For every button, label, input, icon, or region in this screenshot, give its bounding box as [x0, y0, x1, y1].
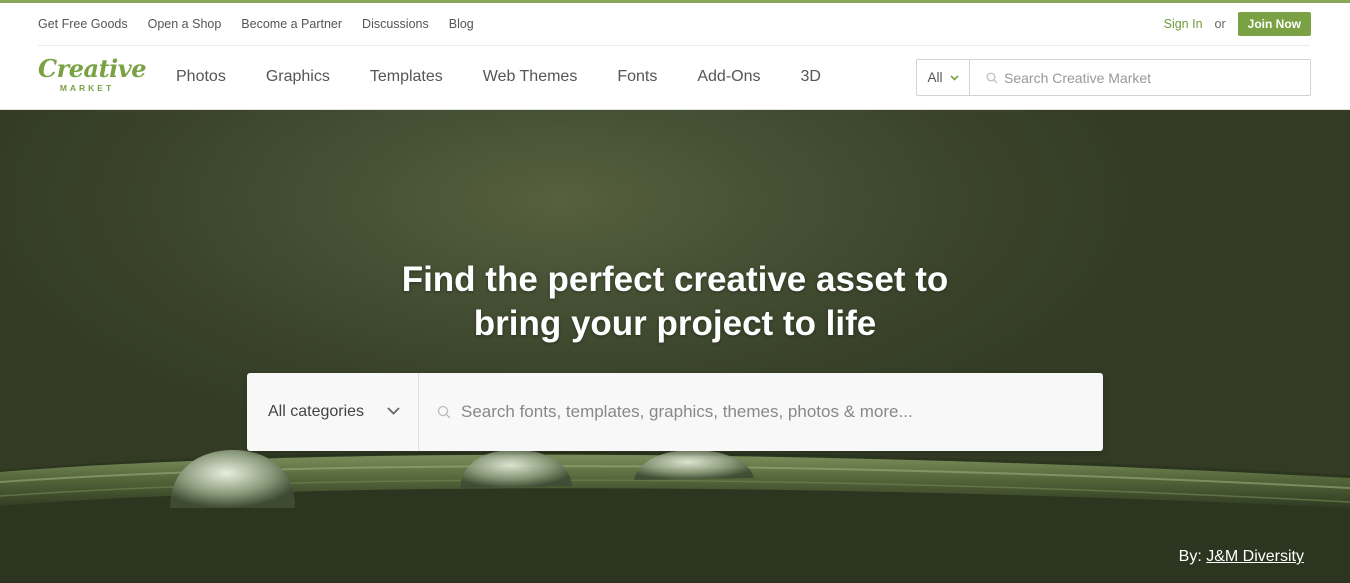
category-select[interactable]: All categories: [247, 373, 419, 451]
hero-heading-line-2: bring your project to life: [473, 304, 877, 343]
nav-item-web-themes[interactable]: Web Themes: [483, 68, 578, 86]
utility-link-partner[interactable]: Become a Partner: [241, 17, 342, 31]
category-nav: Photos Graphics Templates Web Themes Fon…: [176, 68, 861, 86]
utility-link-discussions[interactable]: Discussions: [362, 17, 429, 31]
hero-heading: Find the perfect creative asset to bring…: [0, 258, 1350, 346]
auth-area: Sign In or Join Now: [1164, 12, 1311, 36]
search-scope-label: All: [927, 70, 943, 85]
hero-banner: Find the perfect creative asset to bring…: [0, 110, 1350, 583]
sign-in-link[interactable]: Sign In: [1164, 17, 1203, 31]
hero-search: All categories: [247, 373, 1103, 451]
utility-links: Get Free Goods Open a Shop Become a Part…: [38, 17, 474, 31]
hero-heading-line-1: Find the perfect creative asset to: [401, 260, 949, 299]
search-scope-select[interactable]: All: [917, 60, 970, 95]
nav-item-add-ons[interactable]: Add-Ons: [697, 68, 760, 86]
search-icon: [986, 72, 998, 83]
main-nav: Creative MARKET Photos Graphics Template…: [0, 46, 1350, 110]
utility-link-free-goods[interactable]: Get Free Goods: [38, 17, 128, 31]
photo-credit-prefix: By:: [1178, 548, 1202, 565]
hero-background-leaf: [0, 450, 1350, 583]
chevron-down-icon: [949, 74, 959, 81]
join-now-button[interactable]: Join Now: [1237, 12, 1311, 36]
nav-item-graphics[interactable]: Graphics: [266, 68, 330, 86]
utility-bar: Get Free Goods Open a Shop Become a Part…: [0, 3, 1350, 45]
photo-credit: By: J&M Diversity: [1179, 548, 1304, 566]
chevron-down-icon: [387, 407, 400, 415]
nav-item-templates[interactable]: Templates: [370, 68, 443, 86]
nav-item-photos[interactable]: Photos: [176, 68, 226, 86]
nav-item-fonts[interactable]: Fonts: [617, 68, 657, 86]
utility-link-blog[interactable]: Blog: [449, 17, 474, 31]
search-icon: [437, 405, 451, 419]
header-search-input[interactable]: [1004, 69, 1304, 86]
logo-wordmark: Creative: [38, 54, 146, 83]
photo-credit-link[interactable]: J&M Diversity: [1206, 548, 1304, 565]
logo-subtitle: MARKET: [59, 83, 115, 93]
header-search-field: [970, 60, 1310, 95]
utility-link-open-shop[interactable]: Open a Shop: [148, 17, 222, 31]
nav-item-3d[interactable]: 3D: [800, 68, 820, 86]
creative-market-logo[interactable]: Creative MARKET: [38, 54, 146, 96]
hero-search-input[interactable]: [461, 402, 1081, 422]
hero-search-field: [419, 373, 1103, 451]
or-text: or: [1214, 17, 1226, 31]
category-select-label: All categories: [268, 403, 365, 420]
header-search: All: [916, 59, 1311, 96]
